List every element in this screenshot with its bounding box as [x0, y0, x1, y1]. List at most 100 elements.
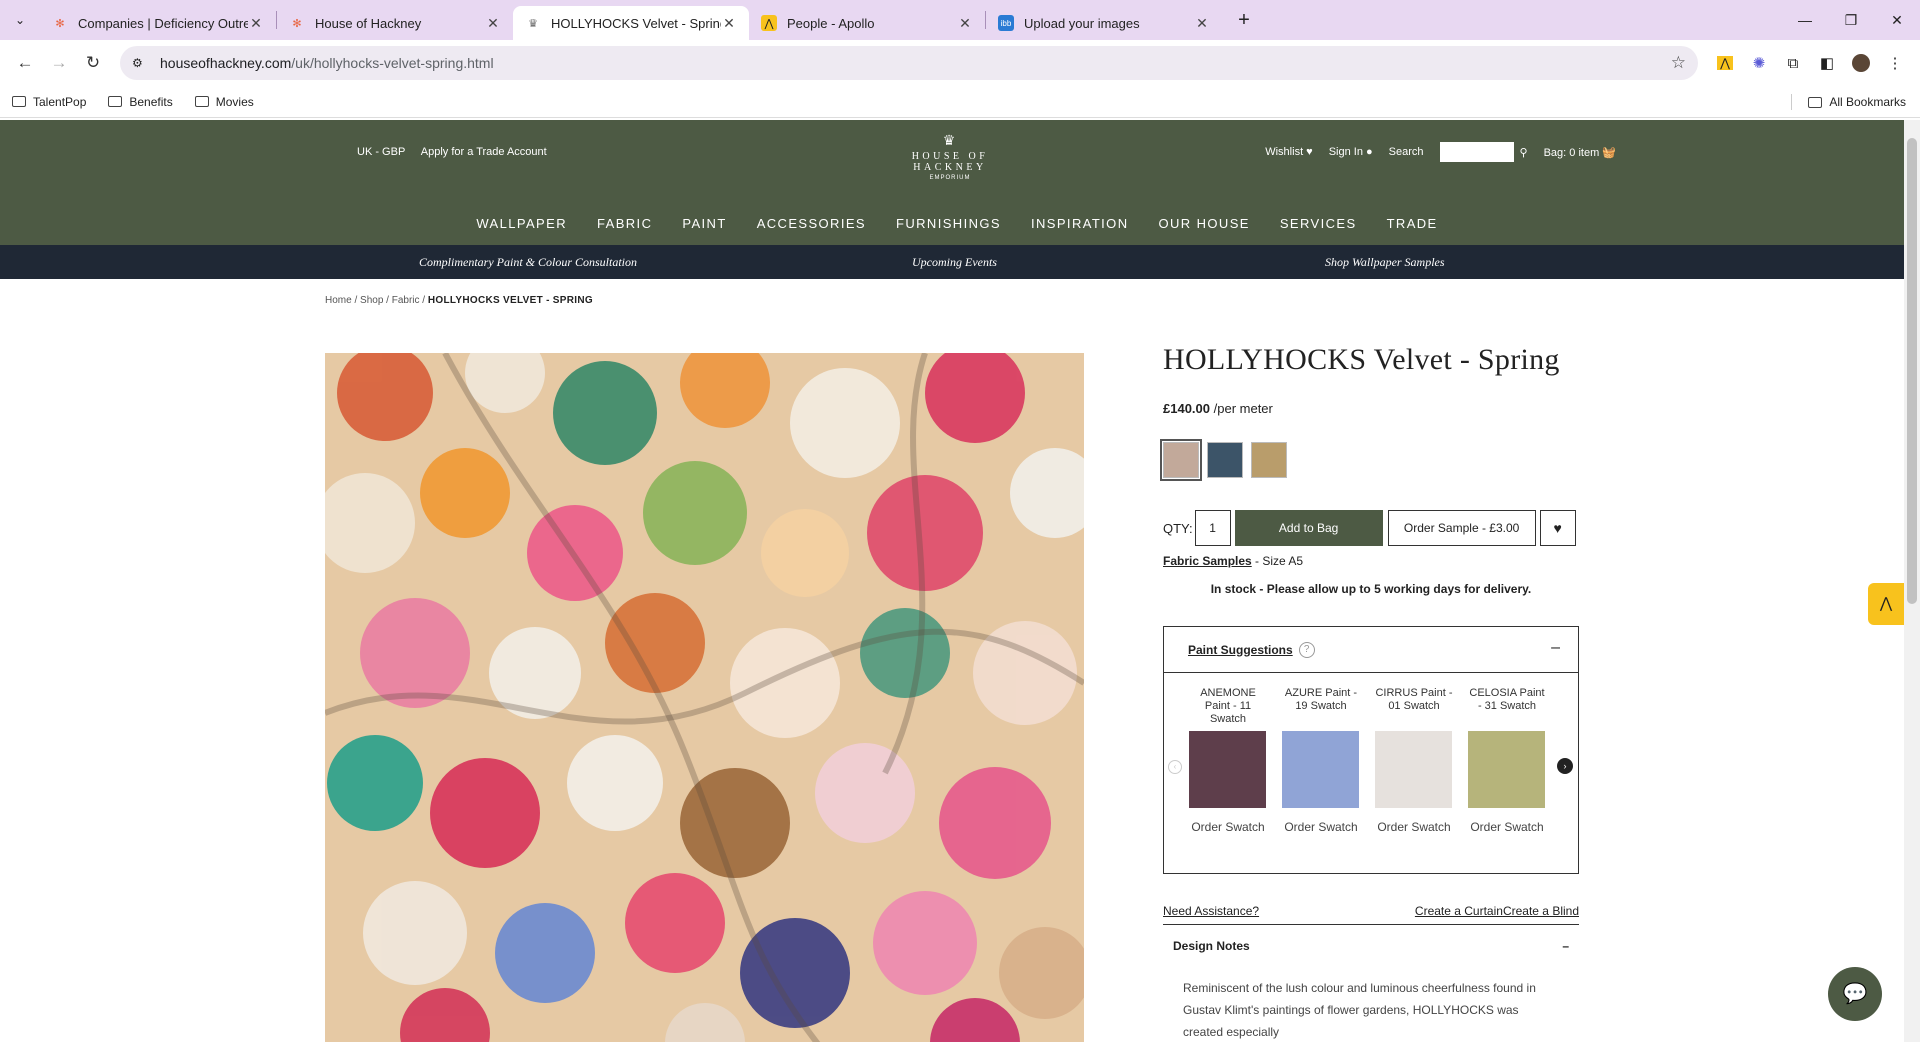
assistance-links: Need Assistance? Create a Curtain Create…	[1163, 904, 1579, 925]
region-selector[interactable]: UK - GBP	[357, 146, 405, 158]
collapse-icon[interactable]: –	[1562, 939, 1569, 953]
reload-icon[interactable]: ↻	[76, 46, 110, 80]
url-text[interactable]: houseofhackney.com/uk/hollyhocks-velvet-…	[160, 55, 1671, 71]
forward-icon[interactable]: →	[42, 46, 76, 80]
search-input[interactable]	[1439, 142, 1514, 162]
create-curtain-link[interactable]: Create a Curtain	[1415, 904, 1503, 918]
browser-tab[interactable]: ⋀ People - Apollo ✕	[749, 6, 985, 40]
colorway-swatch[interactable]	[1207, 442, 1243, 478]
wishlist-link[interactable]: Wishlist ♥	[1265, 146, 1312, 158]
tab-search-icon[interactable]: ⌄	[0, 0, 40, 40]
close-tab-icon[interactable]: ✕	[248, 15, 264, 32]
folder-icon	[108, 96, 123, 107]
logo-name: HOUSE OF HACKNEY	[911, 151, 989, 173]
address-bar[interactable]: ⚙ houseofhackney.com/uk/hollyhocks-velve…	[120, 46, 1698, 80]
paint-name: CELOSIA Paint - 31 Swatch	[1469, 687, 1545, 712]
restore-icon[interactable]: ❐	[1828, 0, 1874, 40]
apollo-extension-icon[interactable]: ⋀	[1708, 46, 1742, 80]
all-bookmarks[interactable]: All Bookmarks	[1791, 86, 1906, 118]
price-unit: /per meter	[1213, 401, 1273, 416]
nav-trade[interactable]: TRADE	[1387, 216, 1438, 231]
quantity-input[interactable]: 1	[1194, 510, 1231, 546]
extensions-puzzle-icon[interactable]: ⧉	[1776, 46, 1810, 80]
fabric-samples-link[interactable]: Fabric Samples	[1163, 554, 1252, 568]
profile-avatar[interactable]	[1844, 46, 1878, 80]
order-swatch-button[interactable]: Order Swatch	[1282, 820, 1360, 834]
nav-furnishings[interactable]: FURNISHINGS	[896, 216, 1001, 231]
close-tab-icon[interactable]: ✕	[721, 15, 737, 32]
apollo-sidebar-icon[interactable]: ⋀	[1868, 583, 1904, 625]
main-navigation: WALLPAPER FABRIC PAINT ACCESSORIES FURNI…	[10, 216, 1904, 231]
carousel-prev-icon[interactable]: ‹	[1168, 760, 1182, 774]
paint-chip[interactable]	[1189, 731, 1266, 808]
paint-suggestions-title[interactable]: Paint Suggestions	[1188, 643, 1293, 657]
folder-icon	[194, 96, 209, 107]
order-sample-button[interactable]: Order Sample - £3.00	[1387, 510, 1536, 546]
browser-tab-active[interactable]: ♛ HOLLYHOCKS Velvet - Spring | House ✕	[513, 6, 749, 40]
carousel-next-icon[interactable]: ›	[1557, 758, 1573, 774]
browser-tab[interactable]: ✻ Companies | Deficiency Outreach ✕	[40, 6, 276, 40]
order-swatch-button[interactable]: Order Swatch	[1375, 820, 1453, 834]
nav-services[interactable]: SERVICES	[1280, 216, 1357, 231]
bag-link[interactable]: Bag: 0 item 🧺	[1544, 146, 1616, 159]
wishlist-heart-icon[interactable]: ♥	[1539, 510, 1576, 546]
breadcrumb-shop[interactable]: Shop	[360, 295, 383, 306]
order-swatch-button[interactable]: Order Swatch	[1468, 820, 1546, 834]
close-tab-icon[interactable]: ✕	[1194, 15, 1210, 32]
sample-size: - Size A5	[1251, 554, 1304, 568]
product-image[interactable]	[325, 353, 1084, 1042]
tab-title: HOLLYHOCKS Velvet - Spring | House	[551, 15, 721, 31]
collapse-icon[interactable]: –	[1551, 639, 1560, 657]
paint-chip[interactable]	[1282, 731, 1359, 808]
signin-link[interactable]: Sign In ●	[1329, 146, 1373, 158]
sparkle-extension-icon[interactable]: ✺	[1742, 46, 1776, 80]
browser-tab[interactable]: ✻ House of Hackney ✕	[277, 6, 513, 40]
bookmark-star-icon[interactable]: ☆	[1671, 53, 1686, 73]
site-info-icon[interactable]: ⚙	[132, 56, 152, 70]
need-assistance-link[interactable]: Need Assistance?	[1163, 904, 1415, 918]
bookmark-benefits[interactable]: Benefits	[108, 95, 173, 109]
chat-widget-icon[interactable]: 💬	[1828, 967, 1882, 1021]
page-scrollbar[interactable]	[1904, 120, 1920, 1042]
bookmark-talentpop[interactable]: TalentPop	[12, 95, 86, 109]
menu-dots-icon[interactable]: ⋮	[1878, 46, 1912, 80]
paint-suggestions-header[interactable]: Paint Suggestions ? –	[1164, 627, 1578, 673]
search-icon[interactable]: ⚲	[1520, 146, 1528, 159]
paint-chip[interactable]	[1375, 731, 1452, 808]
promo-consultation-link[interactable]: Complimentary Paint & Colour Consultatio…	[419, 255, 637, 270]
close-tab-icon[interactable]: ✕	[957, 15, 973, 32]
nav-fabric[interactable]: FABRIC	[597, 216, 652, 231]
close-window-icon[interactable]: ✕	[1874, 0, 1920, 40]
nav-accessories[interactable]: ACCESSORIES	[757, 216, 866, 231]
site-logo[interactable]: ♛ HOUSE OF HACKNEY EMPORIUM	[875, 132, 1025, 181]
nav-our-house[interactable]: OUR HOUSE	[1159, 216, 1250, 231]
nav-paint[interactable]: PAINT	[682, 216, 726, 231]
order-swatch-button[interactable]: Order Swatch	[1189, 820, 1267, 834]
design-notes-text: Reminiscent of the lush colour and lumin…	[1183, 981, 1536, 1039]
promo-events-link[interactable]: Upcoming Events	[912, 255, 997, 270]
bookmark-movies[interactable]: Movies	[194, 95, 254, 109]
browser-tab[interactable]: ibb Upload your images ✕	[986, 6, 1222, 40]
trade-account-link[interactable]: Apply for a Trade Account	[421, 146, 547, 158]
side-panel-icon[interactable]: ◧	[1810, 46, 1844, 80]
close-tab-icon[interactable]: ✕	[485, 15, 501, 32]
breadcrumb-fabric[interactable]: Fabric	[392, 295, 420, 306]
nav-inspiration[interactable]: INSPIRATION	[1031, 216, 1129, 231]
breadcrumb: Home / Shop / Fabric / HOLLYHOCKS VELVET…	[325, 295, 593, 306]
back-icon[interactable]: ←	[8, 46, 42, 80]
scrollbar-thumb[interactable]	[1907, 138, 1917, 604]
colorway-swatch-spring[interactable]	[1160, 439, 1202, 481]
tab-title: House of Hackney	[315, 15, 422, 31]
paint-chip[interactable]	[1468, 731, 1545, 808]
add-to-bag-button[interactable]: Add to Bag	[1234, 510, 1383, 546]
new-tab-button[interactable]: +	[1230, 9, 1258, 32]
nav-wallpaper[interactable]: WALLPAPER	[476, 216, 567, 231]
breadcrumb-home[interactable]: Home	[325, 295, 352, 306]
create-blind-link[interactable]: Create a Blind	[1503, 904, 1579, 918]
colorway-swatch[interactable]	[1251, 442, 1287, 478]
minimize-icon[interactable]: —	[1782, 0, 1828, 40]
qty-label: QTY:	[1163, 520, 1193, 536]
design-notes-header[interactable]: Design Notes –	[1163, 939, 1579, 953]
help-icon[interactable]: ?	[1298, 641, 1315, 658]
promo-samples-link[interactable]: Shop Wallpaper Samples	[1325, 255, 1445, 270]
